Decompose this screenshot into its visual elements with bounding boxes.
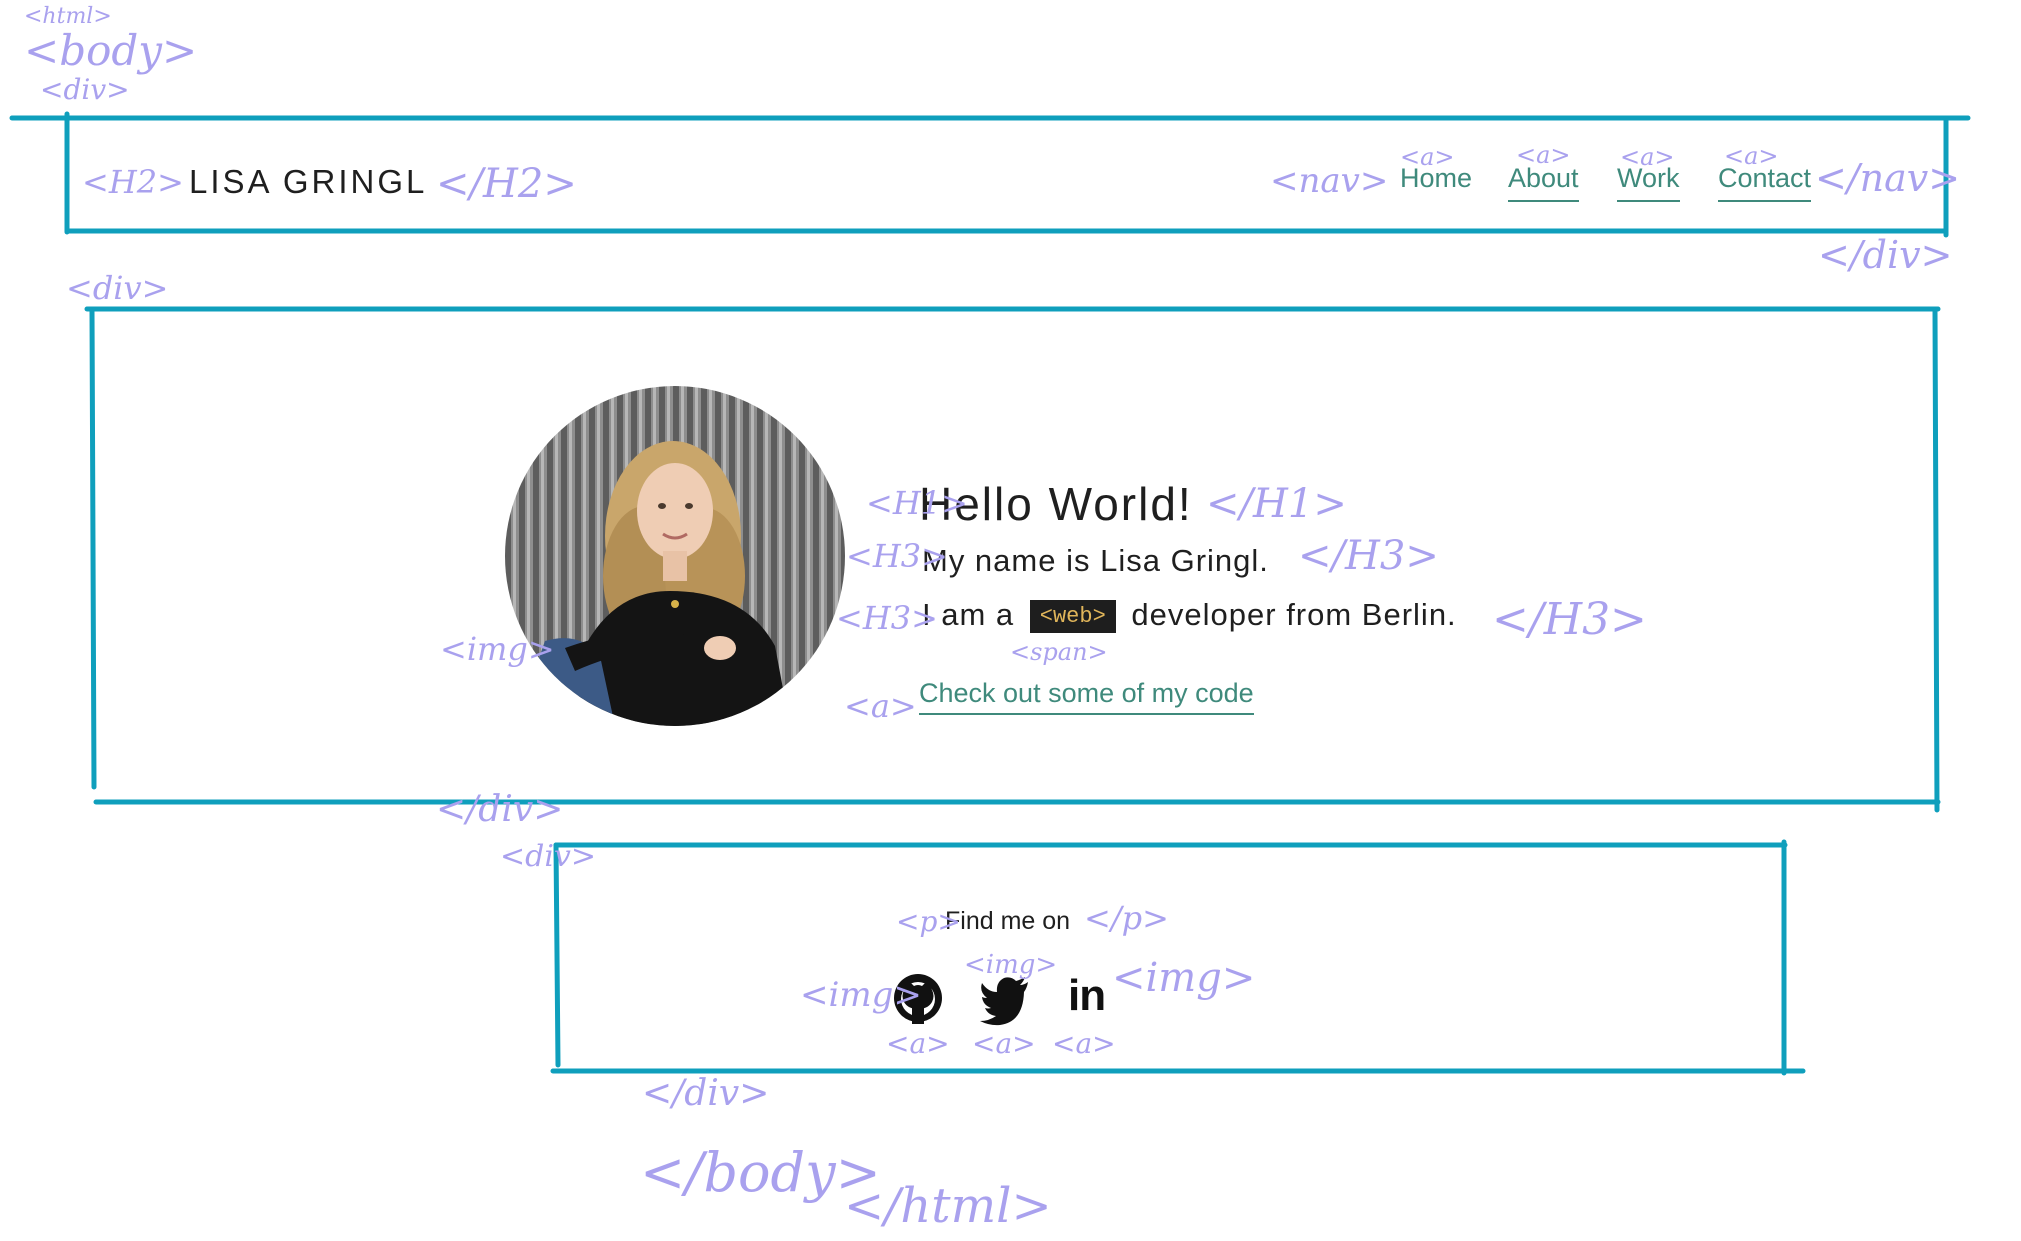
- footer-box-left: [553, 842, 561, 1068]
- anno-a-twitter: <a>: [972, 1027, 1036, 1060]
- hero-role-line: I am a <web> developer from Berlin.: [922, 597, 1457, 633]
- anno-h2-close: </H2>: [436, 161, 577, 207]
- anno-h2-open: <H2>: [82, 163, 184, 201]
- anno-a-code: <a>: [844, 687, 917, 725]
- anno-a-about: <a>: [1516, 141, 1571, 169]
- anno-nav-open: <nav>: [1270, 161, 1389, 201]
- anno-html-close: </html>: [844, 1178, 1052, 1234]
- anno-div-open-top: <div>: [40, 73, 130, 106]
- anno-a-home: <a>: [1400, 143, 1455, 171]
- anno-h3-close-2: </H3>: [1492, 594, 1647, 645]
- anno-a-contact: <a>: [1724, 142, 1779, 170]
- anno-html-open: <html>: [24, 4, 112, 29]
- anno-span: <span>: [1010, 638, 1108, 666]
- web-tag: <web>: [1029, 600, 1116, 633]
- anno-a-work: <a>: [1620, 143, 1675, 171]
- profile-photo: [505, 386, 845, 726]
- code-link[interactable]: Check out some of my code: [919, 678, 1254, 715]
- site-brand: LISA GRINGL: [189, 163, 428, 200]
- anno-img-linkedin: <img>: [1112, 955, 1256, 1001]
- hero-box-right: [1932, 307, 1940, 813]
- anno-h3-close-1: </H3>: [1298, 533, 1439, 579]
- anno-h3-open-2: <H3>: [836, 599, 938, 637]
- anno-div-close-header: </div>: [1818, 233, 1953, 277]
- anno-h3-open-1: <H3>: [846, 537, 948, 575]
- anno-div-open-hero: <div>: [66, 269, 169, 307]
- anno-div-open-footer: <div>: [500, 839, 597, 874]
- anno-a-linkedin: <a>: [1052, 1027, 1116, 1060]
- anno-p-open: <p>: [896, 905, 961, 938]
- anno-p-close: </p>: [1084, 899, 1169, 937]
- anno-nav-close: </nav>: [1815, 156, 1961, 200]
- hero-box-left: [89, 308, 97, 790]
- anno-img-photo: <img>: [440, 630, 555, 668]
- anno-img-github: <img>: [800, 975, 922, 1015]
- anno-body-open: <body>: [24, 26, 198, 75]
- anno-a-github: <a>: [886, 1027, 950, 1060]
- role-suffix: developer from Berlin.: [1131, 597, 1457, 632]
- anno-h1-open: <H1>: [866, 484, 968, 522]
- anno-div-close-hero: </div>: [436, 789, 564, 830]
- anno-img-twitter: <img>: [964, 950, 1058, 980]
- hero-name-line: My name is Lisa Gringl.: [922, 543, 1269, 578]
- linkedin-icon: in: [1068, 971, 1106, 1020]
- find-me-label: Find me on: [945, 907, 1071, 935]
- anno-div-close-footer: </div>: [642, 1073, 770, 1114]
- anno-h1-close: </H1>: [1206, 481, 1347, 527]
